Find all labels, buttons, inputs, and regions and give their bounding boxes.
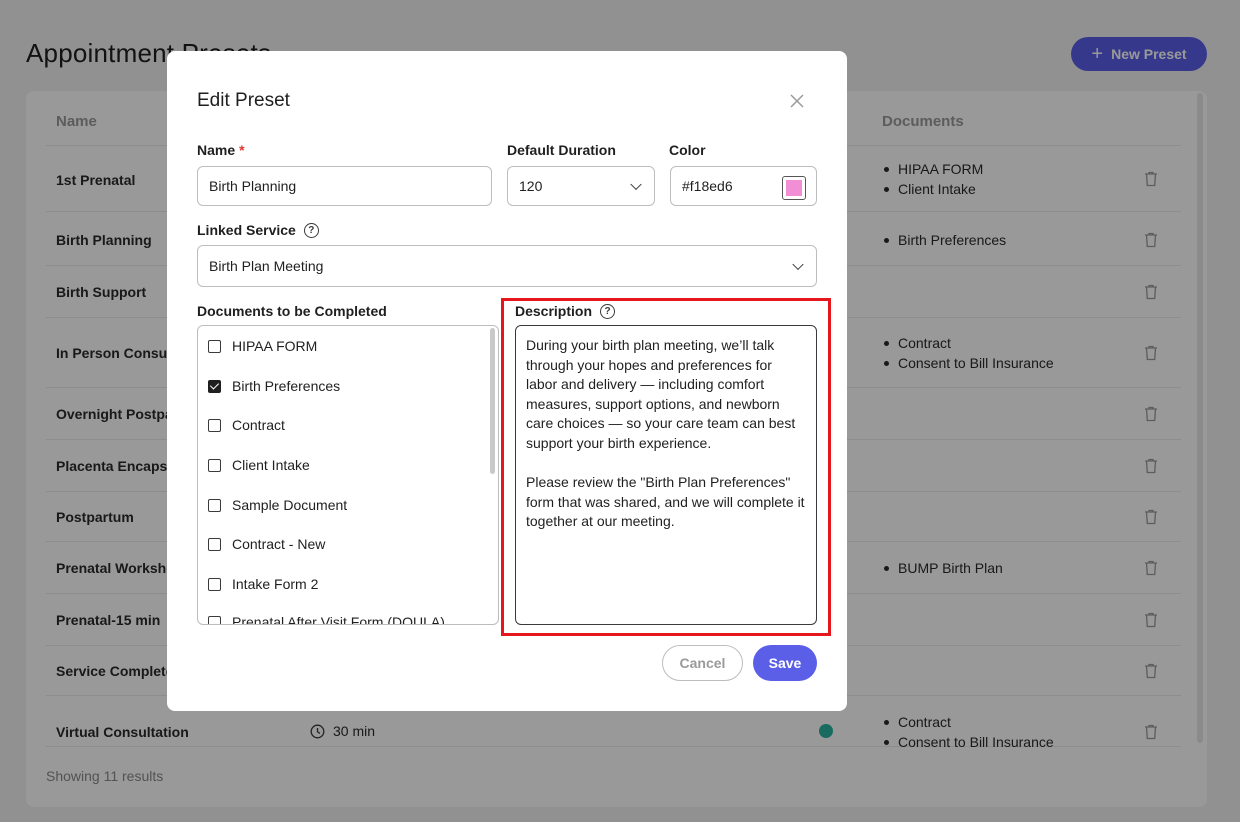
document-option[interactable]: Client Intake	[208, 457, 310, 473]
document-option-label: HIPAA FORM	[232, 338, 318, 354]
checkbox[interactable]	[208, 498, 221, 512]
document-option-label: Contract	[232, 417, 285, 433]
description-label: Description ?	[515, 303, 616, 319]
checkbox[interactable]	[208, 418, 221, 432]
description-label-text: Description	[515, 303, 593, 319]
checkbox[interactable]	[208, 577, 221, 591]
checkbox[interactable]	[208, 339, 221, 353]
chevron-down-icon	[792, 258, 804, 271]
document-option[interactable]: Birth Preferences	[208, 378, 340, 394]
document-option[interactable]: Sample Document	[208, 497, 347, 513]
document-option[interactable]: Prenatal After Visit Form (DOULA)	[208, 614, 445, 625]
documents-label: Documents to be Completed	[197, 303, 387, 319]
help-icon[interactable]: ?	[600, 303, 616, 319]
checkbox[interactable]	[208, 615, 221, 624]
checklist-scrollbar[interactable]	[490, 328, 495, 474]
color-label: Color	[669, 142, 706, 158]
document-option-label: Birth Preferences	[232, 378, 341, 394]
dialog-title: Edit Preset	[197, 90, 290, 111]
cancel-button[interactable]: Cancel	[662, 645, 743, 681]
name-label-text: Name	[197, 142, 236, 158]
linked-service-value: Birth Plan Meeting	[209, 258, 324, 274]
description-textarea[interactable]: During your birth plan meeting, we’ll ta…	[515, 325, 817, 625]
document-option[interactable]: Contract - New	[208, 536, 325, 552]
document-option[interactable]: HIPAA FORM	[208, 338, 317, 354]
edit-preset-dialog: Edit Preset Name * Default Duration 120 …	[167, 51, 847, 711]
document-option-label: Prenatal After Visit Form (DOULA)	[232, 614, 445, 625]
color-value: #f18ed6	[682, 178, 733, 194]
linked-service-select[interactable]: Birth Plan Meeting	[197, 245, 817, 287]
checkbox-checked[interactable]	[208, 379, 221, 393]
linked-service-label: Linked Service ?	[197, 222, 319, 238]
color-field[interactable]: #f18ed6	[670, 166, 817, 206]
name-label: Name *	[197, 142, 245, 158]
chevron-down-icon	[630, 178, 642, 191]
document-option-label: Intake Form 2	[232, 576, 319, 592]
duration-label: Default Duration	[507, 142, 616, 158]
save-button[interactable]: Save	[753, 645, 817, 681]
documents-checklist: HIPAA FORM Birth Preferences Contract Cl…	[197, 325, 499, 625]
name-field[interactable]	[197, 166, 492, 206]
close-icon[interactable]	[787, 91, 807, 111]
document-option[interactable]: Contract	[208, 417, 285, 433]
color-swatch[interactable]	[782, 176, 806, 200]
document-option-label: Contract - New	[232, 536, 326, 552]
checkbox[interactable]	[208, 537, 221, 551]
checkbox[interactable]	[208, 458, 221, 472]
required-asterisk: *	[239, 142, 245, 158]
name-input[interactable]	[209, 178, 480, 194]
document-option-label: Client Intake	[232, 457, 310, 473]
document-option-label: Sample Document	[232, 497, 348, 513]
duration-value: 120	[519, 178, 543, 194]
linked-service-label-text: Linked Service	[197, 222, 296, 238]
duration-select[interactable]: 120	[507, 166, 655, 206]
document-option[interactable]: Intake Form 2	[208, 576, 318, 592]
help-icon[interactable]: ?	[303, 222, 319, 238]
